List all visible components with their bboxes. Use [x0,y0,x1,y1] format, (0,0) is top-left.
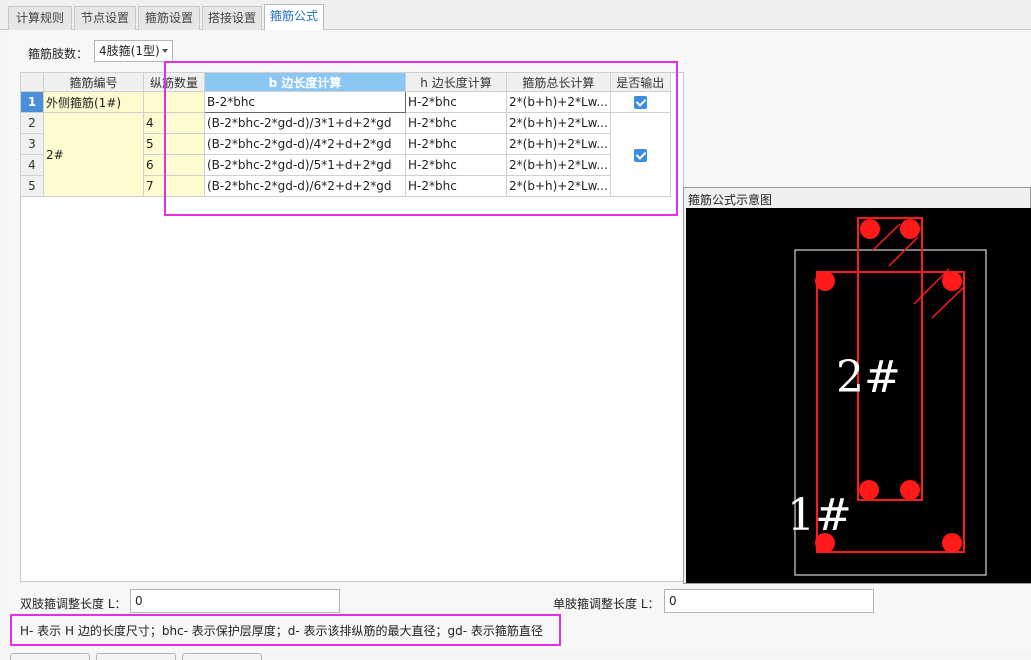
cell-id[interactable]: 2# [43,112,144,197]
output-checkbox[interactable] [633,148,647,162]
cell-id[interactable]: 外侧箍筋(1#) [43,91,144,113]
stirrup-legs-select[interactable]: 4肢箍(1型) [94,40,173,62]
hook-line [931,285,966,319]
bottom-button[interactable] [10,653,90,660]
bottom-button[interactable] [96,653,176,660]
column-header-total[interactable]: 箍筋总长计算 [506,72,611,92]
row-number[interactable]: 4 [20,154,44,176]
output-checkbox[interactable] [633,96,647,109]
table-row: 2 2# 4 (B-2*bhc-2*gd-d)/3*1+d+2*gd H-2*b… [20,112,671,197]
double-leg-label: 双肢箍调整长度 L： [20,597,127,611]
column-header-id[interactable]: 箍筋编号 [43,72,144,92]
cell-output[interactable] [609,112,671,197]
cell-h-formula[interactable]: H-2*bhc [405,154,507,176]
diagram-canvas: 2# 1# [686,208,1031,583]
chevron-down-icon [162,49,168,53]
rebar-dot [900,480,920,500]
cell-total-formula[interactable]: 2*(b+h)+2*Lw... [506,175,611,197]
rebar-dot [859,480,879,500]
stirrup-diagram: 2# 1# [787,217,987,576]
diagram-title: 箍筋公式示意图 [688,193,773,207]
cell-b-formula[interactable]: (B-2*bhc-2*gd-d)/6*2+d+2*gd [204,175,406,197]
bottom-button[interactable] [182,653,262,660]
rebar-dot [942,271,962,291]
cell-count[interactable]: 7 [143,175,205,197]
formula-table: 箍筋编号 纵筋数量 b 边长度计算 h 边长度计算 箍筋总长计算 是否输出 1 … [20,72,671,197]
cell-h-formula[interactable]: H-2*bhc [405,112,507,134]
cell-count[interactable]: 4 [143,112,205,134]
rebar-dot [942,533,962,553]
outer-stirrup-label: 1# [787,490,852,541]
tab-stirrup-settings[interactable]: 箍筋设置 [138,6,200,30]
tab-lap-settings[interactable]: 搭接设置 [202,6,262,30]
cell-total-formula[interactable]: 2*(b+h)+2*Lw... [506,91,611,113]
formula-legend: H- 表示 H 边的长度尺寸；bhc- 表示保护层厚度；d- 表示该排纵筋的最大… [20,624,543,638]
column-header-count[interactable]: 纵筋数量 [143,72,205,92]
cell-total-formula[interactable]: 2*(b+h)+2*Lw... [506,133,611,155]
row-number[interactable]: 3 [20,133,44,155]
row-number[interactable]: 1 [20,91,44,113]
stirrup-legs-label: 箍筋肢数： [28,47,89,61]
column-header-b[interactable]: b 边长度计算 [204,72,406,92]
rebar-dot [815,271,835,291]
cell-count[interactable]: 6 [143,154,205,176]
cell-total-formula[interactable]: 2*(b+h)+2*Lw... [506,112,611,134]
single-leg-label: 单肢箍调整长度 L： [553,597,660,611]
column-header-output[interactable]: 是否输出 [609,72,671,92]
cell-count[interactable]: 5 [143,133,205,155]
tab-stirrup-formula[interactable]: 箍筋公式 [264,4,324,31]
column-header-h[interactable]: h 边长度计算 [405,72,507,92]
single-leg-input[interactable]: 0 [664,589,874,613]
table-header-row: 箍筋编号 纵筋数量 b 边长度计算 h 边长度计算 箍筋总长计算 是否输出 [20,72,671,92]
cell-b-formula[interactable]: (B-2*bhc-2*gd-d)/4*2+d+2*gd [204,133,406,155]
row-number-header [20,72,44,92]
cell-b-formula[interactable]: (B-2*bhc-2*gd-d)/5*1+d+2*gd [204,154,406,176]
table-row: 1 外侧箍筋(1#) B-2*bhc H-2*bhc 2*(b+h)+2*Lw.… [20,91,671,113]
cell-output[interactable] [609,91,671,113]
hook-line [888,236,919,267]
cell-total-formula[interactable]: 2*(b+h)+2*Lw... [506,154,611,176]
cell-b-formula[interactable]: B-2*bhc [204,91,406,113]
tab-bar: 计算规则 节点设置 箍筋设置 搭接设置 箍筋公式 [0,0,1031,31]
rebar-dot [860,219,880,239]
row-number[interactable]: 5 [20,175,44,197]
formula-diagram-panel: 箍筋公式示意图 2# 1# [683,187,1031,584]
cell-h-formula[interactable]: H-2*bhc [405,133,507,155]
stirrup-legs-value: 4肢箍(1型) [99,44,160,58]
tab-node-settings[interactable]: 节点设置 [74,6,136,30]
row-number[interactable]: 2 [20,112,44,134]
cell-count[interactable] [143,91,205,113]
cell-h-formula[interactable]: H-2*bhc [405,175,507,197]
inner-stirrup-label: 2# [836,352,901,403]
double-leg-input[interactable]: 0 [130,589,340,613]
rebar-dot [900,219,920,239]
cell-h-formula[interactable]: H-2*bhc [405,91,507,113]
cell-b-formula[interactable]: (B-2*bhc-2*gd-d)/3*1+d+2*gd [204,112,406,134]
tab-calc-rules[interactable]: 计算规则 [8,6,72,30]
